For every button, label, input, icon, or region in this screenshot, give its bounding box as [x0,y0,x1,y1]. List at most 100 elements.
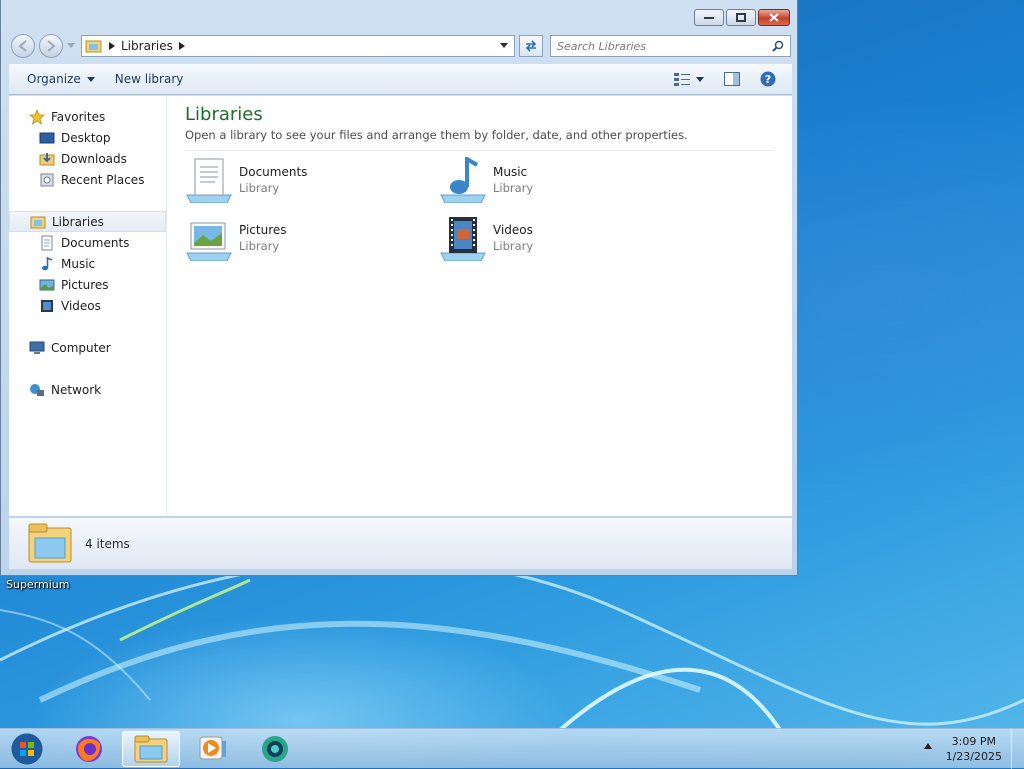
nav-downloads[interactable]: Downloads [9,148,166,169]
item-count: 4 items [85,536,130,551]
library-pictures[interactable]: Pictures Library [185,215,439,261]
search-icon[interactable] [772,40,784,52]
nav-documents[interactable]: Documents [9,232,166,253]
nav-libraries[interactable]: Libraries [9,211,166,232]
nav-computer-label: Computer [51,340,111,355]
back-button[interactable] [11,34,35,58]
command-bar: Organize New library ? [9,64,792,95]
refresh-icon [525,40,537,52]
show-hidden-icons-icon[interactable] [924,743,932,749]
nav-recent-places-label: Recent Places [61,172,145,187]
documents-icon [39,235,55,251]
nav-recent-places[interactable]: Recent Places [9,169,166,190]
forward-button[interactable] [39,34,63,58]
breadcrumb-libraries[interactable]: Libraries [121,39,173,53]
chevron-down-icon [696,76,704,82]
nav-desktop[interactable]: Desktop [9,127,166,148]
start-button[interactable] [6,731,48,767]
recent-pages-chevron-icon[interactable] [67,43,75,49]
taskbar-supermium[interactable] [248,731,302,767]
nav-network[interactable]: Network [9,379,166,400]
nav-music[interactable]: Music [9,253,166,274]
organize-label: Organize [27,72,81,86]
desktop-icon [39,130,55,146]
search-box [550,35,791,57]
library-music[interactable]: Music Library [439,157,693,203]
nav-documents-label: Documents [61,235,130,250]
library-name: Documents [239,165,308,179]
library-name: Pictures [239,223,287,237]
star-icon [29,108,45,125]
navigation-bar: Libraries [9,34,791,58]
library-type: Library [493,181,534,195]
minimize-button[interactable] [694,9,724,26]
maximize-button[interactable] [726,9,756,26]
taskbar-media-player[interactable] [186,731,240,767]
clock-date: 1/23/2025 [945,750,1002,763]
new-library-label: New library [114,72,184,86]
nav-computer[interactable]: Computer [9,337,166,358]
taskbar-explorer[interactable] [122,731,180,767]
pictures-library-icon [186,222,232,261]
music-note-icon [39,256,55,272]
preview-pane-button[interactable] [714,72,750,86]
search-input[interactable] [551,38,772,54]
address-dropdown-icon[interactable] [500,43,508,49]
file-explorer-icon [134,735,168,763]
nav-downloads-label: Downloads [61,151,127,166]
close-button[interactable] [758,9,790,26]
nav-videos[interactable]: Videos [9,295,166,316]
library-videos[interactable]: Videos Library [439,215,693,261]
help-icon: ? [760,71,776,87]
show-desktop-button[interactable] [1011,729,1024,769]
network-icon [29,382,45,398]
restore-icon [736,13,746,22]
library-name: Videos [493,223,533,237]
help-button[interactable]: ? [750,71,786,87]
nav-videos-label: Videos [61,298,101,313]
nav-favorites[interactable]: Favorites [9,106,166,127]
organize-button[interactable]: Organize [17,72,105,86]
firefox-icon [76,736,102,762]
libraries-large-icon [28,523,72,562]
details-pane: 4 items [9,517,792,569]
breadcrumb-arrow-icon[interactable] [178,42,185,50]
libraries-icon [30,214,46,230]
music-library-icon [440,157,486,203]
back-arrow-icon [18,40,27,52]
system-clock[interactable]: 3:09 PM 1/23/2025 [946,734,1002,764]
explorer-body: Favorites Desktop Downloads Recent Place… [9,96,792,516]
address-bar[interactable]: Libraries [81,35,515,57]
view-options-icon [674,73,690,86]
clock-time: 3:09 PM [951,735,996,748]
nav-libraries-label: Libraries [52,214,104,229]
nav-music-label: Music [61,256,96,271]
libraries-small-icon [85,40,102,53]
svg-text:?: ? [765,73,771,86]
videos-library-icon [440,217,486,261]
change-view-button[interactable] [664,72,714,86]
media-player-icon [199,736,226,760]
library-type: Library [239,181,280,195]
breadcrumb-arrow-icon[interactable] [109,42,115,50]
recent-places-icon [39,172,55,188]
nav-favorites-label: Favorites [51,109,106,124]
new-library-button[interactable]: New library [105,72,194,86]
content-pane: Libraries Open a library to see your fil… [167,96,792,516]
documents-library-icon [186,158,232,203]
chevron-down-icon [86,76,95,82]
page-description: Open a library to see your files and arr… [185,128,688,142]
taskbar-firefox[interactable] [62,731,116,767]
preview-pane-icon [724,72,740,86]
windows-start-orb-icon [10,732,44,766]
nav-pictures[interactable]: Pictures [9,274,166,295]
library-documents[interactable]: Documents Library [185,157,439,203]
videos-icon [39,298,55,314]
taskbar: 3:09 PM 1/23/2025 [0,728,1024,769]
minimize-icon [704,16,714,19]
refresh-button[interactable] [519,35,543,57]
desktop-shortcut-label[interactable]: Supermium [6,578,70,591]
library-type: Library [239,239,280,253]
divider [185,150,774,151]
nav-pictures-label: Pictures [61,277,109,292]
